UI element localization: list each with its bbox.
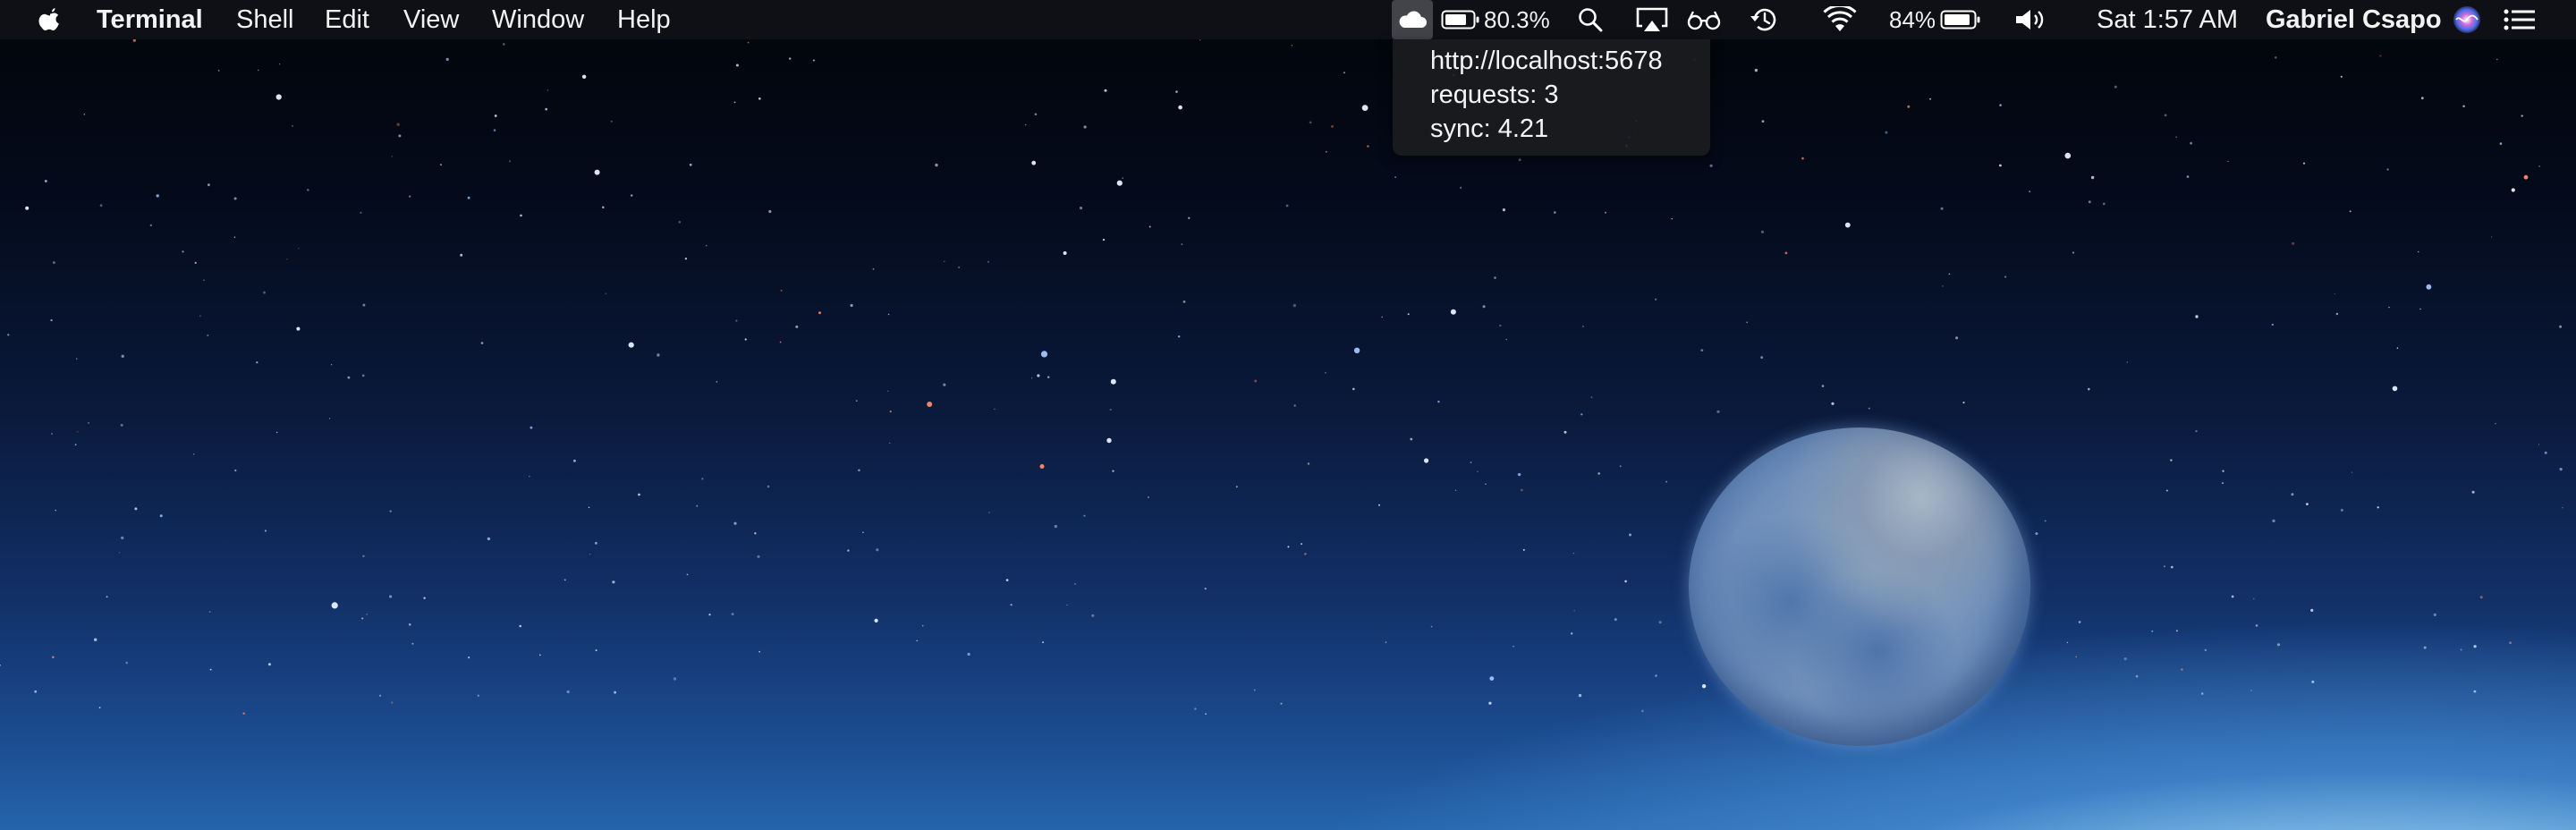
wifi-icon[interactable] <box>1820 0 1860 39</box>
apple-logo-icon[interactable] <box>32 0 68 39</box>
desktop-wallpaper <box>0 0 2576 830</box>
battery-percent-label-2[interactable]: 84% <box>1889 0 1936 39</box>
battery-icon[interactable] <box>1939 0 1982 39</box>
user-name[interactable]: Gabriel Csapo <box>2266 0 2442 39</box>
menu-app-name[interactable]: Terminal <box>97 0 203 39</box>
menu-window[interactable]: Window <box>492 0 584 39</box>
menu-view[interactable]: View <box>403 0 459 39</box>
battery-percent-label[interactable]: 80.3% <box>1484 0 1550 39</box>
menu-help[interactable]: Help <box>617 0 671 39</box>
volume-icon[interactable] <box>2012 0 2048 39</box>
glasses-icon[interactable] <box>1685 0 1723 39</box>
siri-icon[interactable] <box>2451 0 2483 39</box>
status-popup: http://localhost:5678 requests: 3 sync: … <box>1393 39 1710 156</box>
popup-requests: requests: 3 <box>1430 80 1559 109</box>
cloud-icon[interactable] <box>1392 0 1433 39</box>
popup-sync: sync: 4.21 <box>1430 114 1549 143</box>
menu-shell[interactable]: Shell <box>236 0 294 39</box>
battery-icon[interactable] <box>1440 0 1481 39</box>
moon <box>1689 428 2030 746</box>
popup-url[interactable]: http://localhost:5678 <box>1430 47 1663 76</box>
search-icon[interactable] <box>1574 0 1606 39</box>
menu-bar: Terminal Shell Edit View Window Help 80.… <box>0 0 2576 39</box>
airplay-icon[interactable] <box>1633 0 1671 39</box>
notification-center-icon[interactable] <box>2501 0 2538 39</box>
clock[interactable]: Sat 1:57 AM <box>2097 0 2238 39</box>
menu-edit[interactable]: Edit <box>325 0 369 39</box>
starfield <box>0 38 2563 715</box>
time-machine-icon[interactable] <box>1746 0 1782 39</box>
